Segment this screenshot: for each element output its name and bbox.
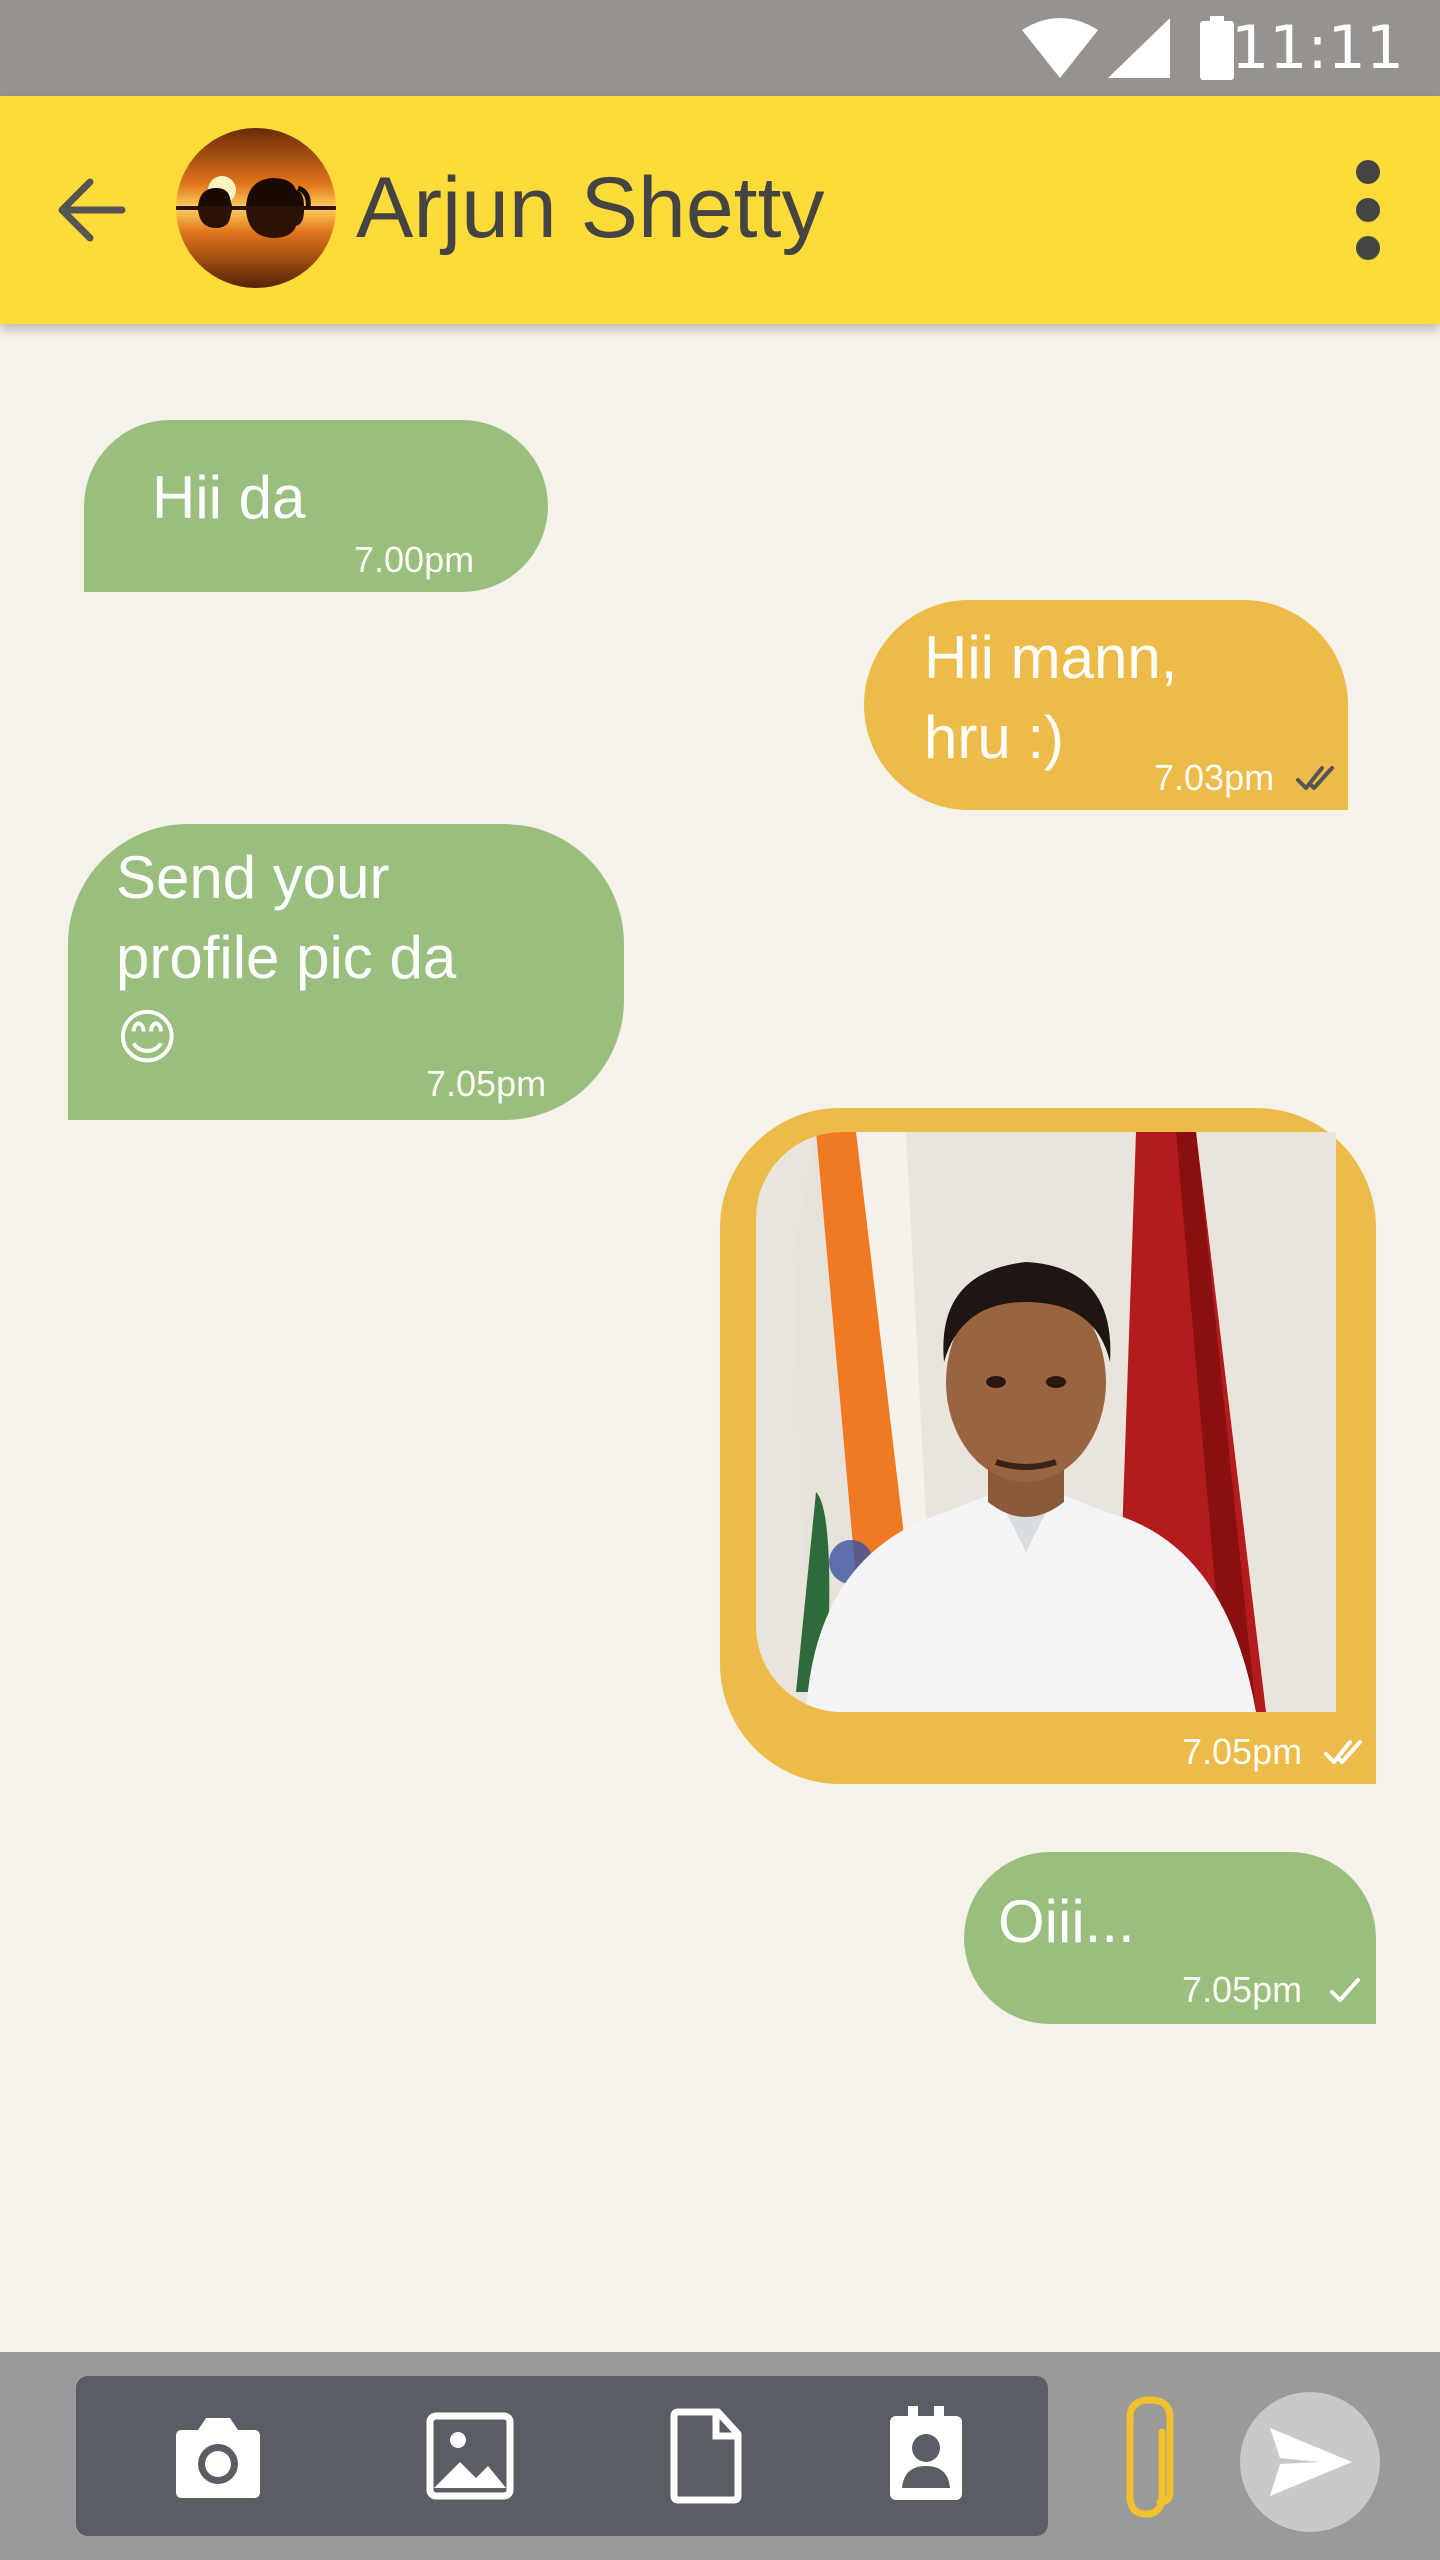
camera-icon[interactable] bbox=[168, 2412, 268, 2504]
wifi-icon bbox=[1022, 18, 1098, 78]
double-check-icon bbox=[1324, 1740, 1362, 1764]
back-arrow-icon[interactable] bbox=[50, 168, 134, 252]
send-button[interactable] bbox=[1240, 2392, 1380, 2532]
message-time: 7.05pm bbox=[1182, 1731, 1303, 1772]
chat-header: Arjun Shetty bbox=[0, 96, 1440, 324]
check-icon bbox=[1330, 1978, 1360, 2002]
double-check-icon bbox=[1296, 766, 1334, 790]
paperclip-icon[interactable] bbox=[1116, 2392, 1184, 2524]
message-bubble-outgoing[interactable]: Hii mann, hru :) 7.03pm bbox=[864, 600, 1348, 810]
signal-icon bbox=[1108, 18, 1170, 78]
more-options-icon[interactable] bbox=[1338, 158, 1398, 262]
image-message-bubble[interactable]: 7.05pm bbox=[720, 1108, 1376, 1784]
document-icon[interactable] bbox=[656, 2406, 756, 2506]
message-time: 7.05pm bbox=[1182, 1969, 1303, 2010]
contact-avatar[interactable] bbox=[176, 128, 336, 288]
status-time: 11:11 bbox=[1231, 13, 1404, 83]
battery-icon bbox=[1200, 16, 1234, 80]
message-bubble-incoming[interactable]: Hii da 7.00pm bbox=[84, 420, 548, 592]
contact-name[interactable]: Arjun Shetty bbox=[356, 156, 824, 260]
message-time: 7.03pm bbox=[1154, 757, 1275, 798]
portrait-photo bbox=[756, 1132, 1336, 1712]
message-time: 7.05pm bbox=[426, 1063, 547, 1104]
contact-card-icon[interactable] bbox=[876, 2404, 976, 2504]
composer-bar bbox=[0, 2352, 1440, 2560]
message-text: Hii mann, hru :) bbox=[924, 624, 1178, 771]
status-bar: 11:11 bbox=[0, 0, 1440, 96]
message-text: Oiii... bbox=[998, 1888, 1135, 1955]
sunset-elephant-image bbox=[176, 128, 336, 288]
attachment-options-panel bbox=[76, 2376, 1048, 2536]
gallery-icon[interactable] bbox=[420, 2408, 520, 2504]
message-bubble-outgoing[interactable]: Oiii... 7.05pm bbox=[964, 1852, 1376, 2024]
profile-photo-attachment[interactable] bbox=[756, 1132, 1336, 1712]
message-time: 7.00pm bbox=[354, 539, 475, 580]
message-text: Hii da bbox=[152, 464, 306, 531]
send-icon bbox=[1270, 2428, 1352, 2496]
message-bubble-incoming[interactable]: Send your profile pic da 😊 7.05pm bbox=[68, 824, 624, 1120]
message-text: Send your profile pic da 😊 bbox=[116, 844, 457, 1071]
